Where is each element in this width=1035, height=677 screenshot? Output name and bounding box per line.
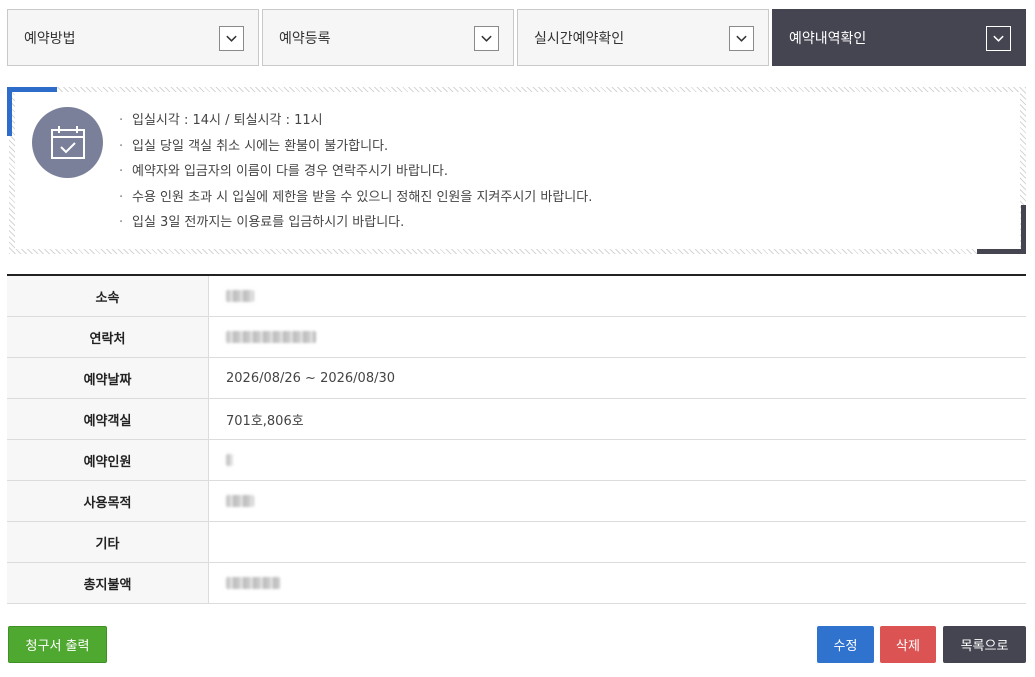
reservation-detail-table: 소속 연락처 예약날짜 2026/08/26 ~ 2026/08/30 예약객실… — [7, 274, 1026, 604]
redacted-value — [226, 454, 233, 466]
chevron-down-icon[interactable] — [729, 26, 754, 51]
notice-list: · 입실시각 : 14시 / 퇴실시각 : 11시 · 입실 당일 객실 취소 시에… — [119, 108, 592, 236]
purpose-label: 사용목적 — [7, 481, 209, 521]
table-row: 연락처 — [7, 317, 1026, 358]
affiliation-value — [209, 276, 1026, 316]
total-payment-label: 총지불액 — [7, 563, 209, 603]
redacted-value — [226, 495, 254, 507]
chevron-down-icon[interactable] — [474, 26, 499, 51]
tab-reservation-method[interactable]: 예약방법 — [7, 9, 259, 66]
chevron-down-icon[interactable] — [986, 26, 1011, 51]
corner-accent — [7, 87, 12, 136]
notice-item: · 입실 3일 전까지는 이용료를 입금하시기 바랍니다. — [119, 215, 405, 230]
back-to-list-button[interactable]: 목록으로 — [943, 626, 1026, 663]
reserved-rooms-label: 예약객실 — [7, 399, 209, 439]
notice-item: · 수용 인원 초과 시 입실에 제한을 받을 수 있으니 정해진 인원을 지켜주… — [119, 189, 593, 205]
corner-accent — [7, 87, 57, 92]
redacted-value — [226, 290, 254, 302]
calendar-check-icon — [32, 107, 103, 178]
table-row: 예약객실 701호,806호 — [7, 399, 1026, 440]
reserved-rooms-value: 701호,806호 — [226, 413, 304, 429]
redacted-value — [226, 577, 280, 589]
tab-label: 실시간예약확인 — [534, 30, 625, 47]
table-row: 소속 — [7, 276, 1026, 317]
tab-reservation-history[interactable]: 예약내역확인 — [772, 9, 1026, 66]
reserved-people-value — [209, 440, 1026, 480]
contact-label: 연락처 — [7, 317, 209, 357]
table-row: 총지불액 — [7, 563, 1026, 604]
tab-reservation-register[interactable]: 예약등록 — [262, 9, 514, 66]
reservation-date-value: 2026/08/26 ~ 2026/08/30 — [226, 370, 396, 386]
chevron-down-icon[interactable] — [219, 26, 244, 51]
table-row: 예약날짜 2026/08/26 ~ 2026/08/30 — [7, 358, 1026, 399]
reserved-people-label: 예약인원 — [7, 440, 209, 480]
etc-value — [209, 522, 1026, 562]
total-payment-value — [209, 563, 1026, 603]
contact-value — [209, 317, 1026, 357]
notice-item: · 입실시각 : 14시 / 퇴실시각 : 11시 — [119, 113, 323, 128]
edit-button[interactable]: 수정 — [817, 626, 874, 663]
tab-label: 예약등록 — [279, 30, 331, 47]
reservation-date-label: 예약날짜 — [7, 358, 209, 398]
tab-label: 예약내역확인 — [789, 30, 867, 47]
affiliation-label: 소속 — [7, 276, 209, 316]
delete-button[interactable]: 삭제 — [880, 626, 936, 663]
table-row: 사용목적 — [7, 481, 1026, 522]
notice-item: · 입실 당일 객실 취소 시에는 환불이 불가합니다. — [119, 138, 389, 154]
notice-item: · 예약자와 입금자의 이름이 다를 경우 연락주시기 바랍니다. — [119, 164, 448, 179]
redacted-value — [226, 331, 316, 343]
tab-bar: 예약방법 예약등록 실시간예약확인 예약내역확인 — [7, 9, 1026, 66]
etc-label: 기타 — [7, 522, 209, 562]
print-invoice-button[interactable]: 청구서 출력 — [8, 626, 107, 663]
purpose-value — [209, 481, 1026, 521]
tab-label: 예약방법 — [24, 30, 76, 47]
table-row: 기타 — [7, 522, 1026, 563]
table-row: 예약인원 — [7, 440, 1026, 481]
corner-accent — [977, 249, 1026, 254]
tab-realtime-check[interactable]: 실시간예약확인 — [517, 9, 769, 66]
corner-accent — [1021, 205, 1026, 254]
